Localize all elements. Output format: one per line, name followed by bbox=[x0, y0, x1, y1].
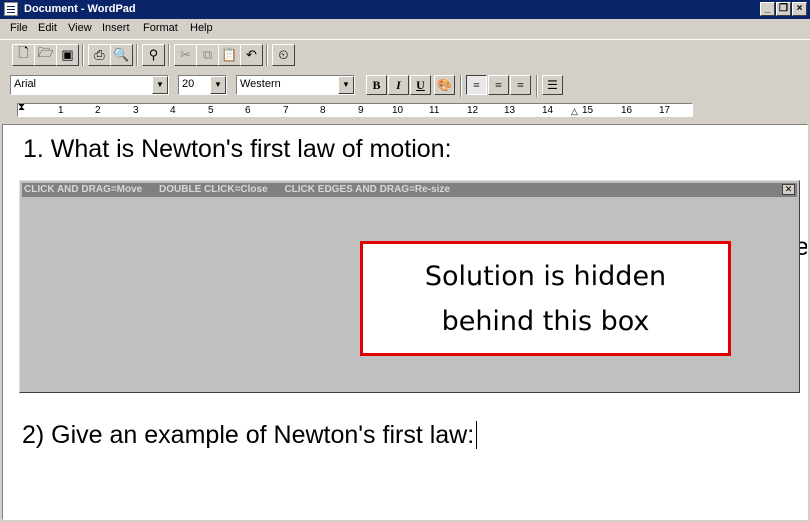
toolbar-separator bbox=[136, 44, 138, 66]
format-toolbar: Arial ▼ 20 ▼ Western ▼ B I U 🎨 ≡ ≡ ≡ ☰ bbox=[0, 71, 810, 99]
paste-icon[interactable]: 📋 bbox=[218, 44, 241, 66]
align-center-icon[interactable]: ≡ bbox=[488, 75, 509, 95]
ruler-label: 3 bbox=[133, 105, 139, 116]
find-icon[interactable]: ⚲ bbox=[142, 44, 165, 66]
right-indent-marker-icon[interactable]: △ bbox=[571, 106, 578, 117]
ruler-label: 10 bbox=[392, 105, 404, 116]
color-palette-icon[interactable]: 🎨 bbox=[434, 75, 455, 95]
menu-help[interactable]: Help bbox=[190, 22, 213, 34]
menu-file[interactable]: File bbox=[10, 22, 28, 34]
ruler-label: 15 bbox=[582, 105, 594, 116]
script-value: Western bbox=[240, 78, 281, 90]
minimize-button[interactable]: _ bbox=[760, 2, 775, 16]
toolbar-separator bbox=[266, 44, 268, 66]
draggable-solution-box[interactable]: CLICK AND DRAG=Move DOUBLE CLICK=Close C… bbox=[19, 180, 800, 393]
standard-toolbar: 🗋 🗁 ▣ ⎙ 🔍 ⚲ ✂ ⧉ 📋 ↶ ⏲ bbox=[0, 39, 810, 71]
script-select[interactable]: Western ▼ bbox=[236, 75, 355, 95]
ruler-label: 5 bbox=[208, 105, 214, 116]
ruler-label: 1 bbox=[58, 105, 64, 116]
solution-hidden-message: Solution is hidden behind this box bbox=[360, 241, 731, 356]
close-button[interactable]: × bbox=[792, 2, 807, 16]
align-left-icon[interactable]: ≡ bbox=[466, 75, 487, 95]
restore-button[interactable]: ❐ bbox=[776, 2, 791, 16]
question-1: 1. What is Newton's first law of motion: bbox=[23, 135, 452, 163]
ruler-label: 16 bbox=[621, 105, 633, 116]
print-preview-icon[interactable]: 🔍 bbox=[110, 44, 133, 66]
toolbar-separator bbox=[460, 75, 462, 97]
menu-bar: File Edit View Insert Format Help bbox=[0, 19, 810, 39]
question-2: 2) Give an example of Newton's first law… bbox=[22, 421, 478, 450]
ruler[interactable]: ⧗ 1 2 3 4 5 6 7 8 9 10 11 12 13 14 △ 15 … bbox=[0, 99, 810, 121]
document-area[interactable]: 1. What is Newton's first law of motion:… bbox=[2, 124, 808, 520]
hint-resize: CLICK EDGES AND DRAG=Re-size bbox=[284, 184, 450, 195]
close-icon[interactable]: ✕ bbox=[782, 184, 795, 195]
wordpad-app-icon bbox=[4, 2, 18, 16]
ruler-label: 4 bbox=[170, 105, 176, 116]
ruler-label: 12 bbox=[467, 105, 479, 116]
align-right-icon[interactable]: ≡ bbox=[510, 75, 531, 95]
ruler-label: 2 bbox=[95, 105, 101, 116]
menu-view[interactable]: View bbox=[68, 22, 92, 34]
wordpad-window: Document - WordPad _ ❐ × File Edit View … bbox=[0, 0, 810, 522]
ruler-label: 14 bbox=[542, 105, 554, 116]
date-time-icon[interactable]: ⏲ bbox=[272, 44, 295, 66]
font-select[interactable]: Arial ▼ bbox=[10, 75, 169, 95]
print-icon[interactable]: ⎙ bbox=[88, 44, 111, 66]
copy-icon[interactable]: ⧉ bbox=[196, 44, 219, 66]
question-2-text: 2) Give an example of Newton's first law… bbox=[22, 421, 475, 449]
menu-format[interactable]: Format bbox=[143, 22, 178, 34]
chevron-down-icon[interactable]: ▼ bbox=[338, 76, 354, 94]
save-icon[interactable]: ▣ bbox=[56, 44, 79, 66]
undo-icon[interactable]: ↶ bbox=[240, 44, 263, 66]
popup-drag-bar[interactable]: CLICK AND DRAG=Move DOUBLE CLICK=Close C… bbox=[22, 183, 797, 197]
bold-button[interactable]: B bbox=[366, 75, 387, 95]
open-icon[interactable]: 🗁 bbox=[34, 44, 57, 66]
ruler-label: 7 bbox=[283, 105, 289, 116]
message-line-2: behind this box bbox=[441, 306, 650, 337]
hint-move: CLICK AND DRAG=Move bbox=[24, 184, 143, 195]
toolbar-separator bbox=[82, 44, 84, 66]
font-value: Arial bbox=[14, 78, 37, 90]
ruler-label: 13 bbox=[504, 105, 516, 116]
underline-button[interactable]: U bbox=[410, 75, 431, 95]
italic-button[interactable]: I bbox=[388, 75, 409, 95]
title-bar[interactable]: Document - WordPad _ ❐ × bbox=[0, 0, 810, 19]
toolbar-separator bbox=[536, 75, 538, 97]
chevron-down-icon[interactable]: ▼ bbox=[210, 76, 226, 94]
ruler-strip: ⧗ 1 2 3 4 5 6 7 8 9 10 11 12 13 14 △ 15 … bbox=[17, 102, 693, 117]
font-size-value: 20 bbox=[182, 78, 195, 90]
message-line-1: Solution is hidden bbox=[424, 261, 667, 292]
text-cursor bbox=[476, 421, 478, 449]
new-icon[interactable]: 🗋 bbox=[12, 44, 35, 66]
cut-icon[interactable]: ✂ bbox=[174, 44, 197, 66]
ruler-label: 8 bbox=[320, 105, 326, 116]
ruler-label: 6 bbox=[245, 105, 251, 116]
ruler-label: 17 bbox=[659, 105, 671, 116]
ruler-label: 11 bbox=[429, 105, 440, 116]
toolbar-separator bbox=[168, 44, 170, 66]
menu-edit[interactable]: Edit bbox=[38, 22, 57, 34]
font-size-select[interactable]: 20 ▼ bbox=[178, 75, 227, 95]
chevron-down-icon[interactable]: ▼ bbox=[152, 76, 168, 94]
ruler-label: 9 bbox=[358, 105, 364, 116]
bullets-icon[interactable]: ☰ bbox=[542, 75, 563, 95]
menu-insert[interactable]: Insert bbox=[102, 22, 130, 34]
hint-close: DOUBLE CLICK=Close bbox=[159, 184, 268, 195]
left-indent-marker-icon[interactable]: ⧗ bbox=[18, 102, 25, 113]
window-title: Document - WordPad bbox=[24, 3, 136, 15]
